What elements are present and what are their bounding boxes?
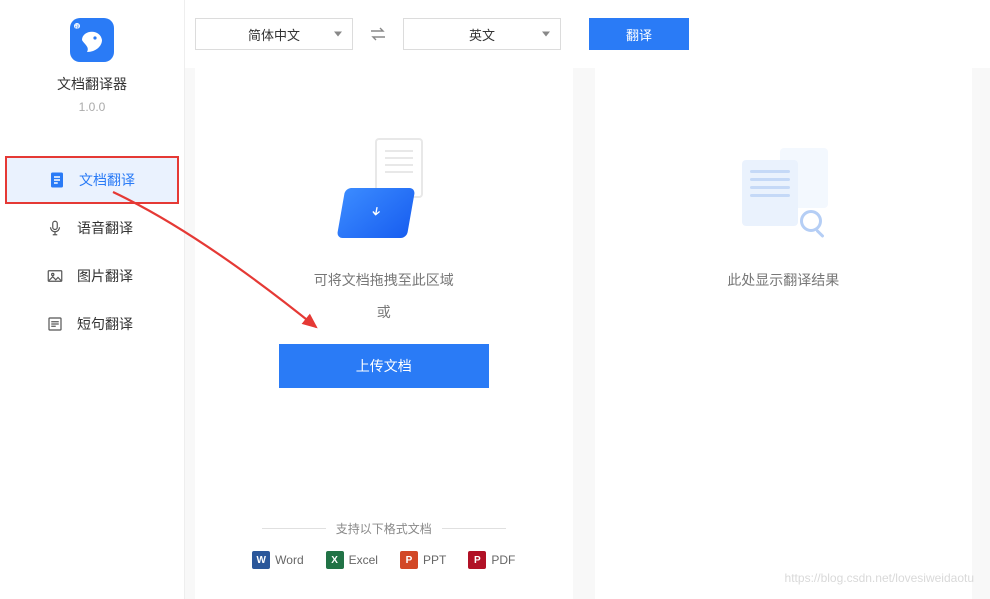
nav-label: 图片翻译 — [77, 266, 133, 286]
source-language-label: 简体中文 — [248, 25, 300, 44]
magnifier-icon — [800, 210, 822, 232]
document-icon — [47, 170, 67, 190]
format-excel: X Excel — [326, 551, 378, 569]
svg-text:译: 译 — [75, 24, 80, 31]
pdf-icon: P — [468, 551, 486, 569]
document-upload-illustration — [339, 138, 429, 238]
excel-icon: X — [326, 551, 344, 569]
result-placeholder-text: 此处显示翻译结果 — [727, 270, 839, 290]
target-language-selector[interactable]: 英文 — [403, 18, 561, 50]
nav-item-document-translate[interactable]: 文档翻译 — [5, 156, 179, 204]
nav-label: 语音翻译 — [77, 218, 133, 238]
topbar: 简体中文 英文 翻译 — [185, 0, 990, 68]
chevron-down-icon — [334, 32, 342, 37]
supported-formats-title: 支持以下格式文档 — [195, 520, 573, 537]
panels: 可将文档拖拽至此区域 或 上传文档 支持以下格式文档 W Word X Exce… — [185, 68, 990, 599]
result-panel: 此处显示翻译结果 — [595, 68, 973, 599]
image-icon — [45, 266, 65, 286]
swap-languages-button[interactable] — [367, 23, 389, 45]
app-version: 1.0.0 — [79, 100, 106, 114]
app-logo: 译 — [70, 18, 114, 62]
nav-list: 文档翻译 语音翻译 图片翻译 短句翻译 — [0, 156, 184, 348]
nav-label: 短句翻译 — [77, 314, 133, 334]
word-icon: W — [252, 551, 270, 569]
drag-instruction-text: 可将文档拖拽至此区域 — [314, 270, 454, 290]
format-pdf: P PDF — [468, 551, 515, 569]
main-area: 简体中文 英文 翻译 可将文档拖拽至此区域 或 上传文档 支 — [185, 0, 990, 599]
sidebar: 译 文档翻译器 1.0.0 文档翻译 语音翻译 图片翻译 — [0, 0, 185, 599]
format-word: W Word — [252, 551, 303, 569]
result-placeholder-illustration — [738, 148, 828, 238]
nav-item-voice-translate[interactable]: 语音翻译 — [5, 204, 179, 252]
app-title: 文档翻译器 — [57, 74, 127, 94]
target-language-label: 英文 — [469, 25, 495, 44]
format-ppt: P PPT — [400, 551, 446, 569]
nav-item-sentence-translate[interactable]: 短句翻译 — [5, 300, 179, 348]
or-text: 或 — [377, 302, 391, 322]
nav-item-image-translate[interactable]: 图片翻译 — [5, 252, 179, 300]
microphone-icon — [45, 218, 65, 238]
chevron-down-icon — [542, 32, 550, 37]
upload-panel[interactable]: 可将文档拖拽至此区域 或 上传文档 支持以下格式文档 W Word X Exce… — [195, 68, 573, 599]
translate-button[interactable]: 翻译 — [589, 18, 689, 50]
upload-document-button[interactable]: 上传文档 — [279, 344, 489, 388]
ppt-icon: P — [400, 551, 418, 569]
nav-label: 文档翻译 — [79, 170, 135, 190]
download-arrow-icon — [368, 206, 384, 220]
formats-list: W Word X Excel P PPT P PDF — [195, 551, 573, 569]
text-lines-icon — [45, 314, 65, 334]
supported-formats-area: 支持以下格式文档 W Word X Excel P PPT — [195, 502, 573, 599]
source-language-selector[interactable]: 简体中文 — [195, 18, 353, 50]
